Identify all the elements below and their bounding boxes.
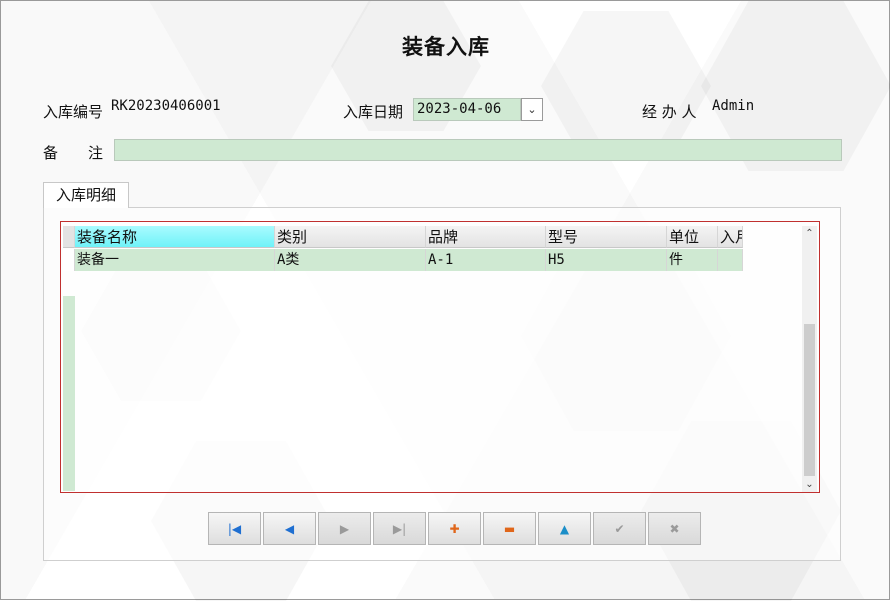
- first-record-button[interactable]: |◀: [208, 512, 261, 545]
- remark-label: 备 注: [43, 144, 104, 162]
- date-dropdown-button[interactable]: ⌄: [521, 98, 543, 121]
- record-navigator: |◀ ◀ ▶ ▶| ✚ ▬ ▲ ✔ ✖: [208, 512, 701, 545]
- prior-record-button[interactable]: ◀: [263, 512, 316, 545]
- prior-record-icon: ◀: [284, 521, 295, 536]
- scroll-down-icon[interactable]: ⌄: [802, 477, 817, 492]
- cell-unit[interactable]: 件: [667, 249, 718, 271]
- chevron-down-icon: ⌄: [527, 103, 537, 116]
- date-label: 入库日期: [343, 103, 404, 121]
- column-header-category[interactable]: 类别: [275, 226, 426, 248]
- insert-record-button[interactable]: ✚: [428, 512, 481, 545]
- receipt-no-value[interactable]: RK20230406001: [111, 98, 221, 114]
- tab-receipt-detail[interactable]: 入库明细: [43, 182, 129, 208]
- next-record-icon: ▶: [339, 521, 350, 536]
- column-header-model[interactable]: 型号: [546, 226, 667, 248]
- cell-category[interactable]: A类: [275, 249, 426, 271]
- detail-grid[interactable]: 装备名称 类别 品牌 型号 单位 入月 装备一 A类 A-1 H5 件 ⌃ ⌄: [60, 221, 820, 493]
- grid-header: 装备名称 类别 品牌 型号 单位 入月: [63, 226, 743, 248]
- column-header-inbound[interactable]: 入月: [718, 226, 743, 248]
- scroll-thumb[interactable]: [804, 324, 815, 476]
- cell-name[interactable]: 装备一: [75, 249, 275, 271]
- cancel-record-icon: ✖: [669, 521, 680, 536]
- handler-label: 经 办 人: [642, 103, 697, 121]
- row-indicator-column: [63, 296, 75, 491]
- remark-input[interactable]: [114, 139, 842, 161]
- last-record-button[interactable]: ▶|: [373, 512, 426, 545]
- row-selector[interactable]: [63, 249, 75, 271]
- receipt-no-label: 入库编号: [43, 103, 104, 121]
- post-record-button[interactable]: ✔: [593, 512, 646, 545]
- column-header-unit[interactable]: 单位: [667, 226, 718, 248]
- window-frame: 装备入库 入库编号 RK20230406001 入库日期 2023-04-06 …: [0, 0, 890, 600]
- cell-model[interactable]: H5: [546, 249, 667, 271]
- cell-brand[interactable]: A-1: [426, 249, 546, 271]
- post-record-icon: ✔: [614, 521, 625, 536]
- scroll-up-icon[interactable]: ⌃: [802, 226, 817, 241]
- last-record-icon: ▶|: [392, 521, 407, 536]
- column-header-name[interactable]: 装备名称: [75, 226, 275, 248]
- cancel-record-button[interactable]: ✖: [648, 512, 701, 545]
- delete-record-icon: ▬: [503, 521, 516, 536]
- edit-record-icon: ▲: [559, 521, 570, 536]
- delete-record-button[interactable]: ▬: [483, 512, 536, 545]
- date-input[interactable]: 2023-04-06: [413, 98, 521, 121]
- table-row[interactable]: 装备一 A类 A-1 H5 件: [63, 249, 743, 271]
- handler-value[interactable]: Admin: [712, 98, 754, 114]
- first-record-icon: |◀: [227, 521, 242, 536]
- edit-record-button[interactable]: ▲: [538, 512, 591, 545]
- grid-vertical-scrollbar[interactable]: ⌃ ⌄: [802, 226, 817, 492]
- form-title: 装备入库: [402, 34, 490, 59]
- column-header-brand[interactable]: 品牌: [426, 226, 546, 248]
- header-corner: [63, 226, 75, 248]
- next-record-button[interactable]: ▶: [318, 512, 371, 545]
- cell-inbound[interactable]: [718, 249, 743, 271]
- insert-record-icon: ✚: [449, 521, 460, 536]
